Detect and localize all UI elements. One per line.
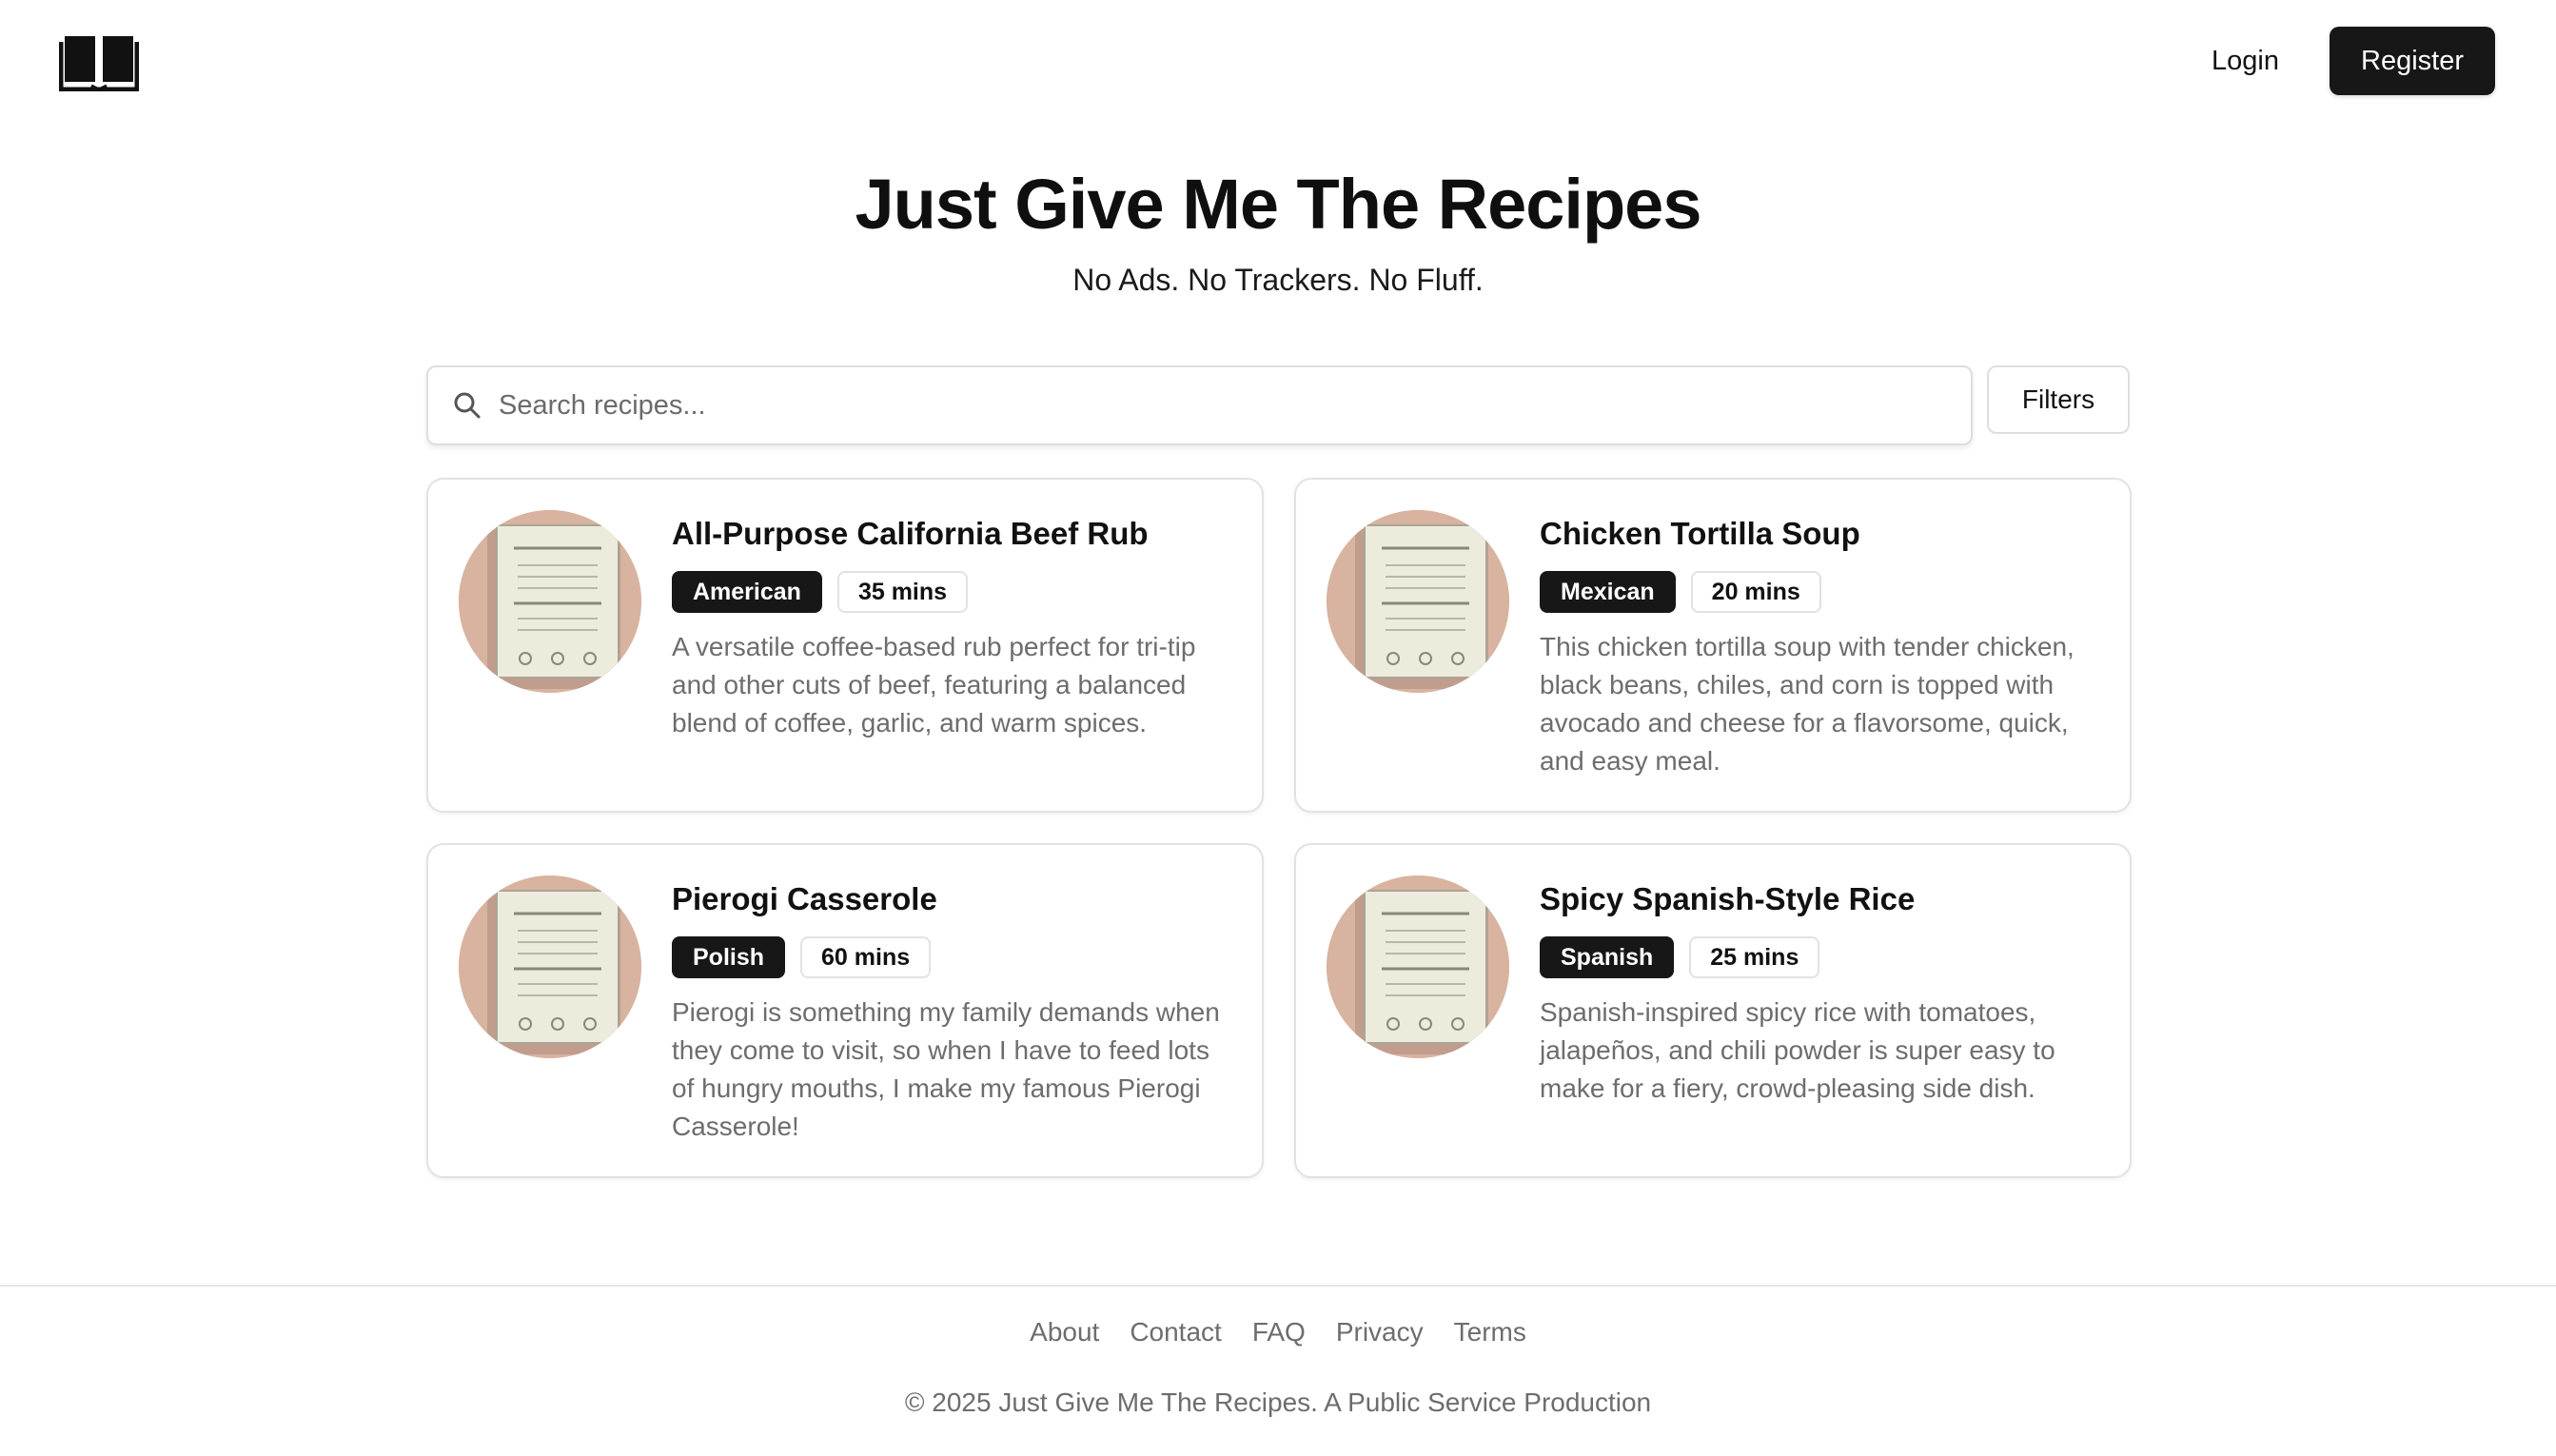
footer-link-faq[interactable]: FAQ — [1252, 1317, 1306, 1348]
header: Login Register — [0, 0, 2556, 122]
time-badge: 25 mins — [1689, 936, 1820, 978]
footer-divider — [0, 1285, 2556, 1287]
cuisine-badge: Mexican — [1540, 571, 1676, 613]
recipe-title[interactable]: All-Purpose California Beef Rub — [672, 516, 1149, 552]
search-box — [426, 365, 1973, 445]
search-input[interactable] — [499, 367, 1971, 443]
recipe-thumbnail — [459, 876, 641, 1058]
login-link[interactable]: Login — [2189, 32, 2302, 89]
cuisine-badge: American — [672, 571, 822, 613]
recipe-title[interactable]: Pierogi Casserole — [672, 881, 937, 917]
footer-link-terms[interactable]: Terms — [1454, 1317, 1526, 1348]
recipe-tags: Spanish 25 mins — [1540, 936, 1820, 978]
time-badge: 60 mins — [800, 936, 932, 978]
cuisine-badge: Spanish — [1540, 936, 1675, 978]
page: Login Register Just Give Me The Recipes … — [0, 0, 2556, 1456]
search-icon — [453, 391, 482, 420]
time-badge: 20 mins — [1690, 571, 1821, 613]
recipe-thumbnail — [1327, 876, 1509, 1058]
recipe-tags: Polish 60 mins — [672, 936, 932, 978]
register-button[interactable]: Register — [2330, 27, 2495, 95]
recipe-title[interactable]: Chicken Tortilla Soup — [1540, 516, 1860, 552]
copyright-text: © 2025 Just Give Me The Recipes. A Publi… — [904, 1387, 1652, 1417]
recipe-card[interactable]: Pierogi Casserole Polish 60 mins Pierogi… — [426, 843, 1264, 1178]
recipe-card[interactable]: All-Purpose California Beef Rub American… — [426, 478, 1264, 813]
recipe-description: This chicken tortilla soup with tender c… — [1540, 632, 2074, 776]
page-title: Just Give Me The Recipes — [855, 165, 1701, 244]
recipe-thumbnail — [459, 510, 641, 693]
footer-link-about[interactable]: About — [1030, 1317, 1099, 1348]
open-book-icon[interactable] — [58, 32, 140, 92]
time-badge: 35 mins — [836, 571, 969, 613]
recipe-description: Pierogi is something my family demands w… — [672, 997, 1220, 1141]
recipe-description: Spanish-inspired spicy rice with tomatoe… — [1540, 997, 2055, 1103]
recipe-card[interactable]: Chicken Tortilla Soup Mexican 20 mins Th… — [1294, 478, 2132, 813]
footer-link-privacy[interactable]: Privacy — [1336, 1317, 1424, 1348]
recipe-tags: American 35 mins — [672, 571, 969, 613]
footer-nav: About Contact FAQ Privacy Terms — [0, 1317, 2556, 1348]
page-subtitle: No Ads. No Trackers. No Fluff. — [1072, 263, 1484, 297]
recipe-description: A versatile coffee-based rub perfect for… — [672, 632, 1196, 738]
cuisine-badge: Polish — [672, 936, 786, 978]
recipe-thumbnail — [1327, 510, 1509, 693]
footer-link-contact[interactable]: Contact — [1130, 1317, 1222, 1348]
recipe-card[interactable]: Spicy Spanish-Style Rice Spanish 25 mins… — [1294, 843, 2132, 1178]
recipe-title[interactable]: Spicy Spanish-Style Rice — [1540, 881, 1915, 917]
filters-button[interactable]: Filters — [1987, 365, 2130, 434]
recipe-tags: Mexican 20 mins — [1540, 571, 1821, 613]
